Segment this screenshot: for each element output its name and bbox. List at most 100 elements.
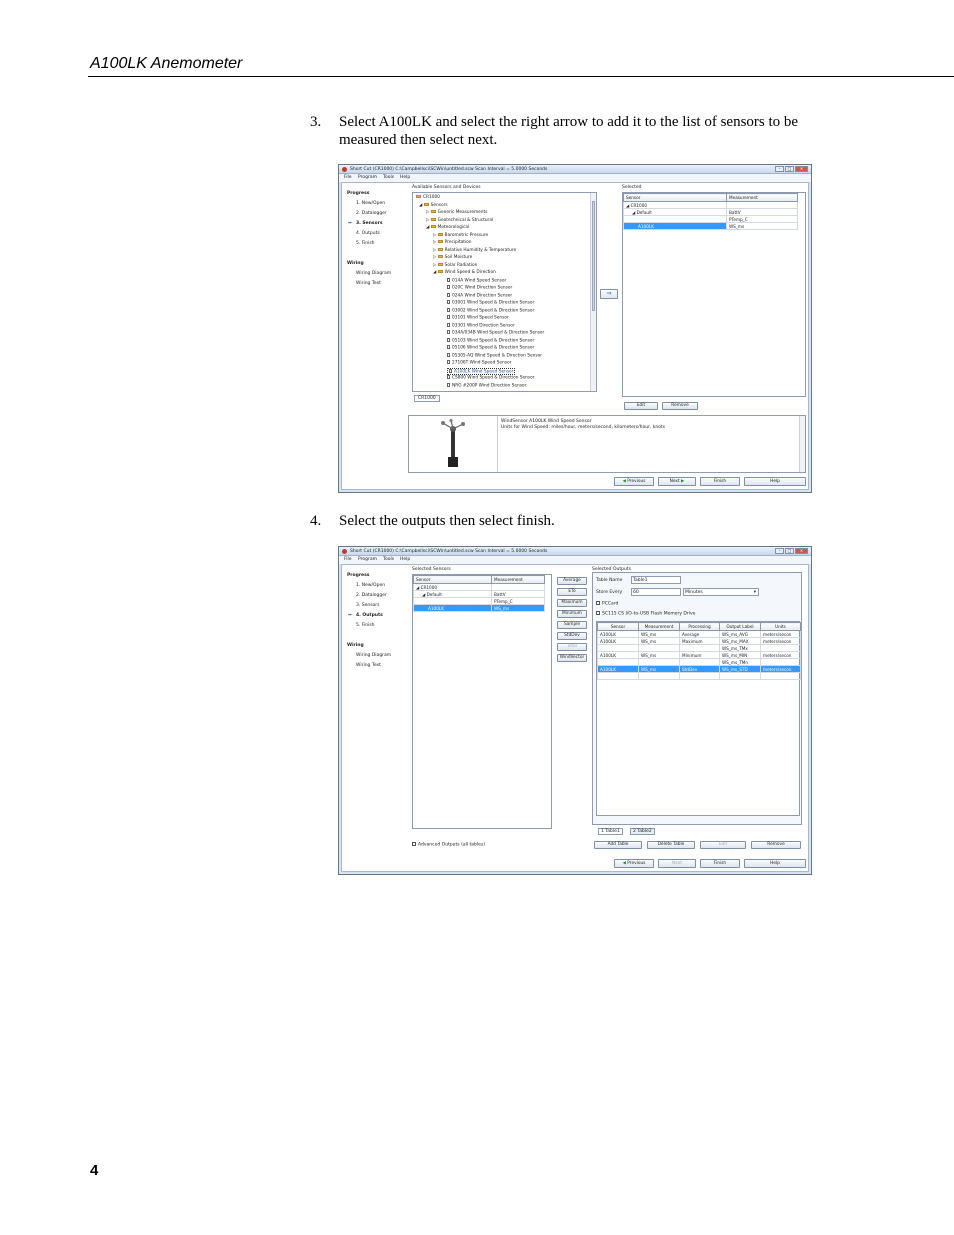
tree-leaf[interactable]: 024A Wind Direction Sensor <box>447 292 512 298</box>
nav-outputs[interactable]: 4. Outputs <box>356 231 380 236</box>
nav-wiring-diagram[interactable]: Wiring Diagram <box>356 653 391 658</box>
tree-leaf-selected[interactable]: A100LK Wind Speed Sensor <box>447 367 516 375</box>
menu-file[interactable]: File <box>344 175 352 180</box>
table-row-selected[interactable]: A100LK WS_ms StdDev WS_ms_STD meters/secon <box>597 665 801 673</box>
advanced-outputs-checkbox[interactable]: Advanced Outputs (all tables) <box>412 842 485 848</box>
minimum-button[interactable]: Minimum <box>557 610 587 618</box>
store-every-input[interactable]: 60 <box>631 588 681 596</box>
menu-file[interactable]: File <box>344 557 352 562</box>
menu-program[interactable]: Program <box>358 175 377 180</box>
store-units-select[interactable]: Minutes ▾ <box>683 588 759 596</box>
tab-cr1000[interactable]: CR1000 <box>414 395 440 402</box>
help-button[interactable]: Help <box>744 859 806 868</box>
windvector-button[interactable]: WindVector <box>557 654 587 662</box>
tree-node[interactable]: ▷ Barometric Pressure <box>433 232 488 238</box>
table-row-selected[interactable]: A100LK WS_ms <box>623 222 798 230</box>
nav-sensors[interactable]: 3. Sensors <box>356 603 380 608</box>
menu-program[interactable]: Program <box>358 557 377 562</box>
nav-outputs[interactable]: 4. Outputs <box>356 613 383 618</box>
tree-node[interactable]: ▷ Precipitation <box>433 240 472 245</box>
nav-finish[interactable]: 5. Finish <box>356 623 375 628</box>
finish-button[interactable]: Finish <box>700 859 740 868</box>
scroll-thumb[interactable] <box>592 201 595 311</box>
tree-node[interactable]: ▷ Relative Humidity & Temperature <box>433 247 516 253</box>
tree-scrollbar[interactable] <box>590 193 596 391</box>
table-row[interactable]: PTemp_C <box>413 597 545 605</box>
col-processing[interactable]: Processing <box>679 622 720 631</box>
tree-leaf[interactable]: 03002 Wind Speed & Direction Sensor <box>447 307 534 313</box>
maximum-button[interactable]: Maximum <box>557 599 587 607</box>
tree-node[interactable]: CR1000 <box>416 195 440 200</box>
tree-node[interactable]: ▷ Generic Measurements <box>426 210 487 215</box>
tree-leaf[interactable]: 05305-AQ Wind Speed & Direction Sensor <box>447 352 542 358</box>
tab-table2[interactable]: 2 Table2 <box>630 828 655 835</box>
tree-leaf[interactable]: 05106 Wind Speed & Direction Sensor <box>447 345 534 351</box>
previous-button[interactable]: ◀ Previous <box>614 859 654 868</box>
next-button[interactable]: Next ▶ <box>658 477 696 486</box>
close-button[interactable]: ✕ <box>795 548 808 554</box>
table-row[interactable]: WS_ms_TMn <box>597 658 801 666</box>
col-measurement[interactable]: Measurement <box>638 622 680 631</box>
table-row[interactable]: ◢ Default BattV <box>623 208 798 216</box>
pccard-checkbox[interactable]: PCCard <box>596 601 618 607</box>
remove-button[interactable]: Remove <box>751 841 801 849</box>
description-scrollbar[interactable] <box>799 416 805 472</box>
nav-datalogger[interactable]: 2. Datalogger <box>356 211 387 216</box>
total-button[interactable]: Total <box>557 643 587 651</box>
add-sensor-arrow-button[interactable]: ⇒ <box>600 289 618 299</box>
table-name-input[interactable]: Table1 <box>631 576 681 584</box>
nav-wiring-text[interactable]: Wiring Text <box>356 281 381 286</box>
menu-tools[interactable]: Tools <box>383 175 394 180</box>
nav-new-open[interactable]: 1. New/Open <box>356 201 385 206</box>
tree-leaf[interactable]: 03301 Wind Direction Sensor <box>447 322 515 328</box>
col-output-label[interactable]: Output Label <box>719 622 761 631</box>
tree-leaf[interactable]: 03001 Wind Speed & Direction Sensor <box>447 300 534 306</box>
tree-node[interactable]: ◢ Wind Speed & Direction <box>433 270 496 275</box>
table-row-selected[interactable]: A100LK WS_ms <box>413 604 545 612</box>
menu-help[interactable]: Help <box>400 175 410 180</box>
tree-node[interactable]: ◢ Meteorological <box>426 225 469 230</box>
col-sensor[interactable]: Sensor <box>597 622 639 631</box>
nav-finish[interactable]: 5. Finish <box>356 241 375 246</box>
close-button[interactable]: ✕ <box>795 166 808 172</box>
tree-leaf[interactable]: NRG #200P Wind Direction Sensor <box>447 382 526 388</box>
nav-wiring-text[interactable]: Wiring Text <box>356 663 381 668</box>
maximize-button[interactable]: □ <box>785 548 794 554</box>
tree-leaf[interactable]: 03101 Wind Speed Sensor <box>447 315 509 321</box>
col-measurement[interactable]: Measurement <box>726 193 798 202</box>
edit-button[interactable]: Edit <box>700 841 746 849</box>
menu-tools[interactable]: Tools <box>383 557 394 562</box>
table-row[interactable]: ◢ CR1000 <box>623 201 798 209</box>
maximize-button[interactable]: □ <box>785 166 794 172</box>
tree-leaf[interactable]: 27106T Wind Speed Sensor <box>447 360 511 366</box>
nav-wiring-diagram[interactable]: Wiring Diagram <box>356 271 391 276</box>
table-row[interactable]: ◢ Default BattV <box>413 590 545 598</box>
help-button[interactable]: Help <box>744 477 806 486</box>
tree-node[interactable]: ◢ Sensors <box>419 202 448 208</box>
col-units[interactable]: Units <box>760 622 801 631</box>
tree-leaf[interactable]: 014A Wind Speed Sensor <box>447 277 506 283</box>
previous-button[interactable]: ◀ Previous <box>614 477 654 486</box>
table-row[interactable]: PTemp_C <box>623 215 798 223</box>
tree-leaf[interactable]: 034A/034B Wind Speed & Direction Sensor <box>447 330 544 336</box>
finish-button[interactable]: Finish <box>700 477 740 486</box>
col-measurement[interactable]: Measurement <box>491 575 545 584</box>
table-row[interactable]: A100LK WS_ms Minimum WS_ms_MIN meters/secon <box>597 651 801 659</box>
sc115-checkbox[interactable]: SC115 CS I/O-to-USB Flash Memory Drive <box>596 611 695 617</box>
nav-datalogger[interactable]: 2. Datalogger <box>356 593 387 598</box>
tree-node[interactable]: ▷ Geotechnical & Structural <box>426 217 493 223</box>
stddev-button[interactable]: StdDev <box>557 632 587 640</box>
table-row[interactable]: A100LK WS_ms Average WS_ms_AVG meters/secon <box>597 630 801 638</box>
sample-button[interactable]: Sample <box>557 621 587 629</box>
table-row[interactable]: WS_ms_TMx <box>597 644 801 652</box>
available-sensors-tree[interactable]: CR1000 ◢ Sensors ▷ Generic Measurements … <box>412 192 597 392</box>
edit-button[interactable]: Edit <box>624 402 658 410</box>
tree-node[interactable]: ▷ Soil Moisture <box>433 255 472 260</box>
tree-leaf[interactable]: CS800 Wind Speed & Direction Sensor <box>447 375 535 381</box>
remove-button[interactable]: Remove <box>662 402 698 410</box>
col-sensor[interactable]: Sensor <box>623 193 727 202</box>
table-row[interactable] <box>597 672 801 680</box>
add-table-button[interactable]: Add Table <box>594 841 642 849</box>
next-button[interactable]: Next <box>658 859 696 868</box>
col-sensor[interactable]: Sensor <box>413 575 492 584</box>
